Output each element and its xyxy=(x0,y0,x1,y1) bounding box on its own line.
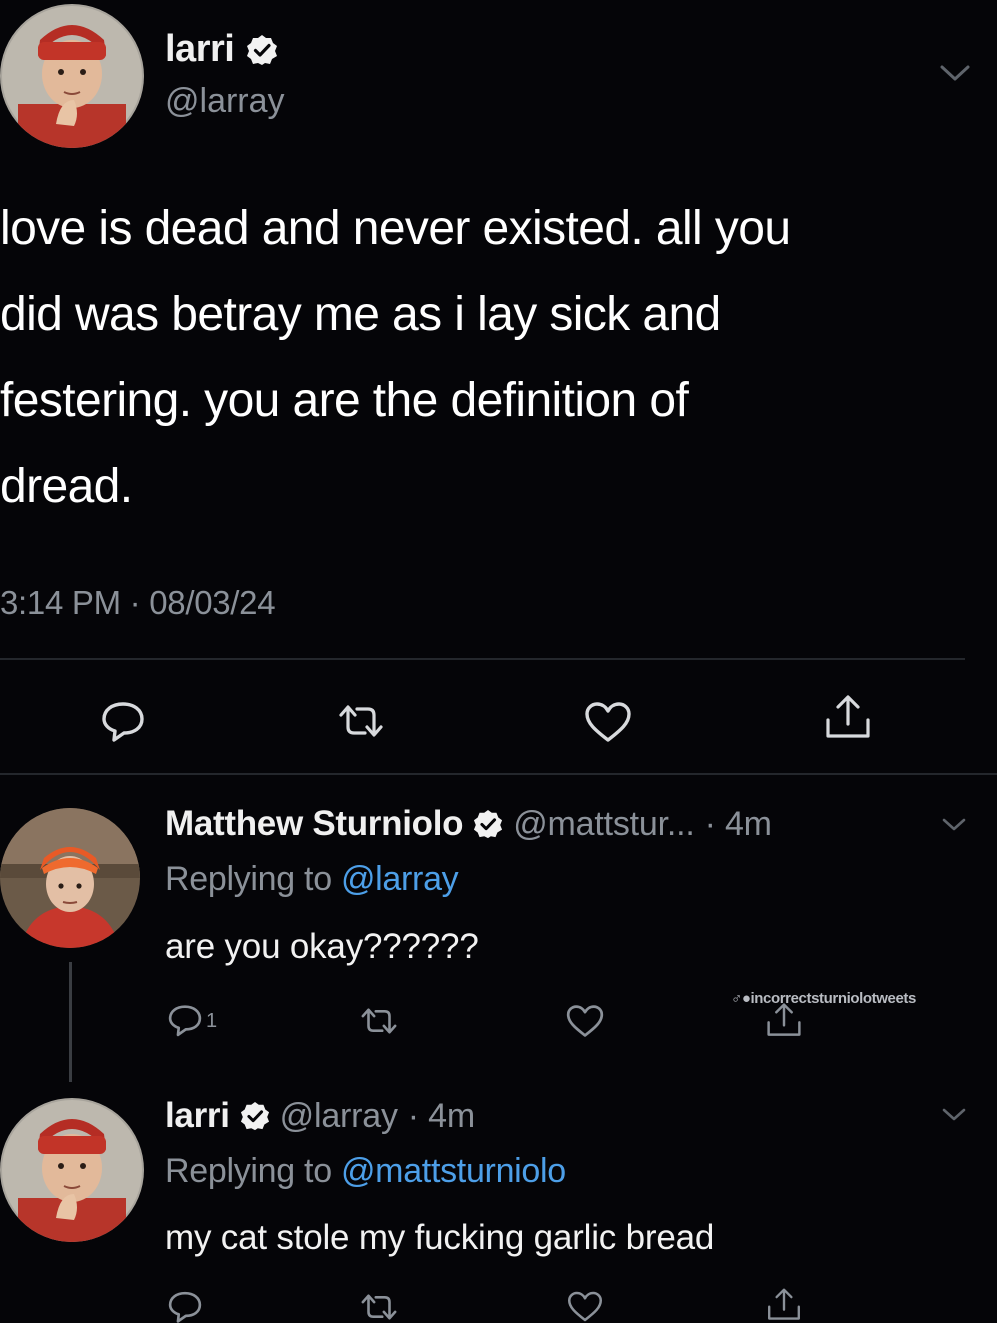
replying-to-mention[interactable]: @larray xyxy=(341,860,459,898)
tweet-body-line: love is dead and never existed. all you xyxy=(0,202,791,255)
reply-icon[interactable] xyxy=(167,1290,203,1323)
replying-to-line: Replying to @mattsturniolo xyxy=(165,1152,566,1191)
replying-to-line: Replying to @larray xyxy=(165,860,459,899)
reply-time: · 4m xyxy=(407,1096,475,1135)
reply-header: Matthew Sturniolo @mattstur... · 4m xyxy=(165,804,772,844)
verified-badge-icon xyxy=(240,1101,270,1131)
reply-author-handle[interactable]: @mattstur... xyxy=(513,805,695,844)
main-author-name-row: larri xyxy=(165,28,278,71)
reply-header: larri @larray · 4m xyxy=(165,1096,475,1136)
chevron-down-icon[interactable] xyxy=(940,1106,968,1129)
chevron-down-icon[interactable] xyxy=(938,62,972,89)
retweet-icon[interactable] xyxy=(335,703,387,739)
verified-badge-icon xyxy=(473,809,503,839)
tweet-body-line: did was betray me as i lay sick and xyxy=(0,288,721,341)
reply-icon[interactable] xyxy=(167,1003,203,1037)
like-icon[interactable] xyxy=(583,700,633,744)
like-icon[interactable] xyxy=(565,1290,605,1323)
tweet-body-line: festering. you are the definition of xyxy=(0,374,689,427)
main-author-handle[interactable]: @larray xyxy=(165,82,285,121)
main-author-name[interactable]: larri xyxy=(165,28,235,71)
replying-to-mention[interactable]: @mattsturniolo xyxy=(341,1152,566,1190)
watermark: ♂●incorrectsturniolotweets xyxy=(731,990,916,1007)
reply-author-handle[interactable]: @larray xyxy=(280,1097,398,1136)
reply-author-name[interactable]: larri xyxy=(165,1096,230,1136)
reply-count: 1 xyxy=(206,1010,218,1032)
share-icon[interactable] xyxy=(764,1286,804,1323)
reply-author-name[interactable]: Matthew Sturniolo xyxy=(165,804,464,844)
divider xyxy=(0,658,965,660)
replying-to-prefix: Replying to xyxy=(165,1152,341,1190)
verified-badge-icon xyxy=(246,34,278,66)
reply-author-avatar[interactable] xyxy=(0,1098,144,1242)
divider xyxy=(0,773,997,775)
tweet-body: love is dead and never existed. all you … xyxy=(0,186,990,530)
like-icon[interactable] xyxy=(565,1003,605,1039)
main-author-avatar[interactable] xyxy=(0,4,144,148)
tweet-timestamp[interactable]: 3:14 PM · 08/03/24 xyxy=(0,584,276,622)
reply-text: are you okay?????? xyxy=(165,927,479,966)
reply-icon[interactable] xyxy=(100,700,146,742)
reply-text: my cat stole my fucking garlic bread xyxy=(165,1218,715,1257)
tweet-body-line: dread. xyxy=(0,460,133,513)
retweet-icon[interactable] xyxy=(358,1006,400,1036)
share-icon[interactable] xyxy=(822,692,874,742)
reply-author-avatar[interactable] xyxy=(0,808,140,948)
reply-time: · 4m xyxy=(704,804,772,843)
chevron-down-icon[interactable] xyxy=(940,816,968,839)
replying-to-prefix: Replying to xyxy=(165,860,341,898)
retweet-icon[interactable] xyxy=(358,1292,400,1322)
thread-connector-line xyxy=(69,962,72,1082)
